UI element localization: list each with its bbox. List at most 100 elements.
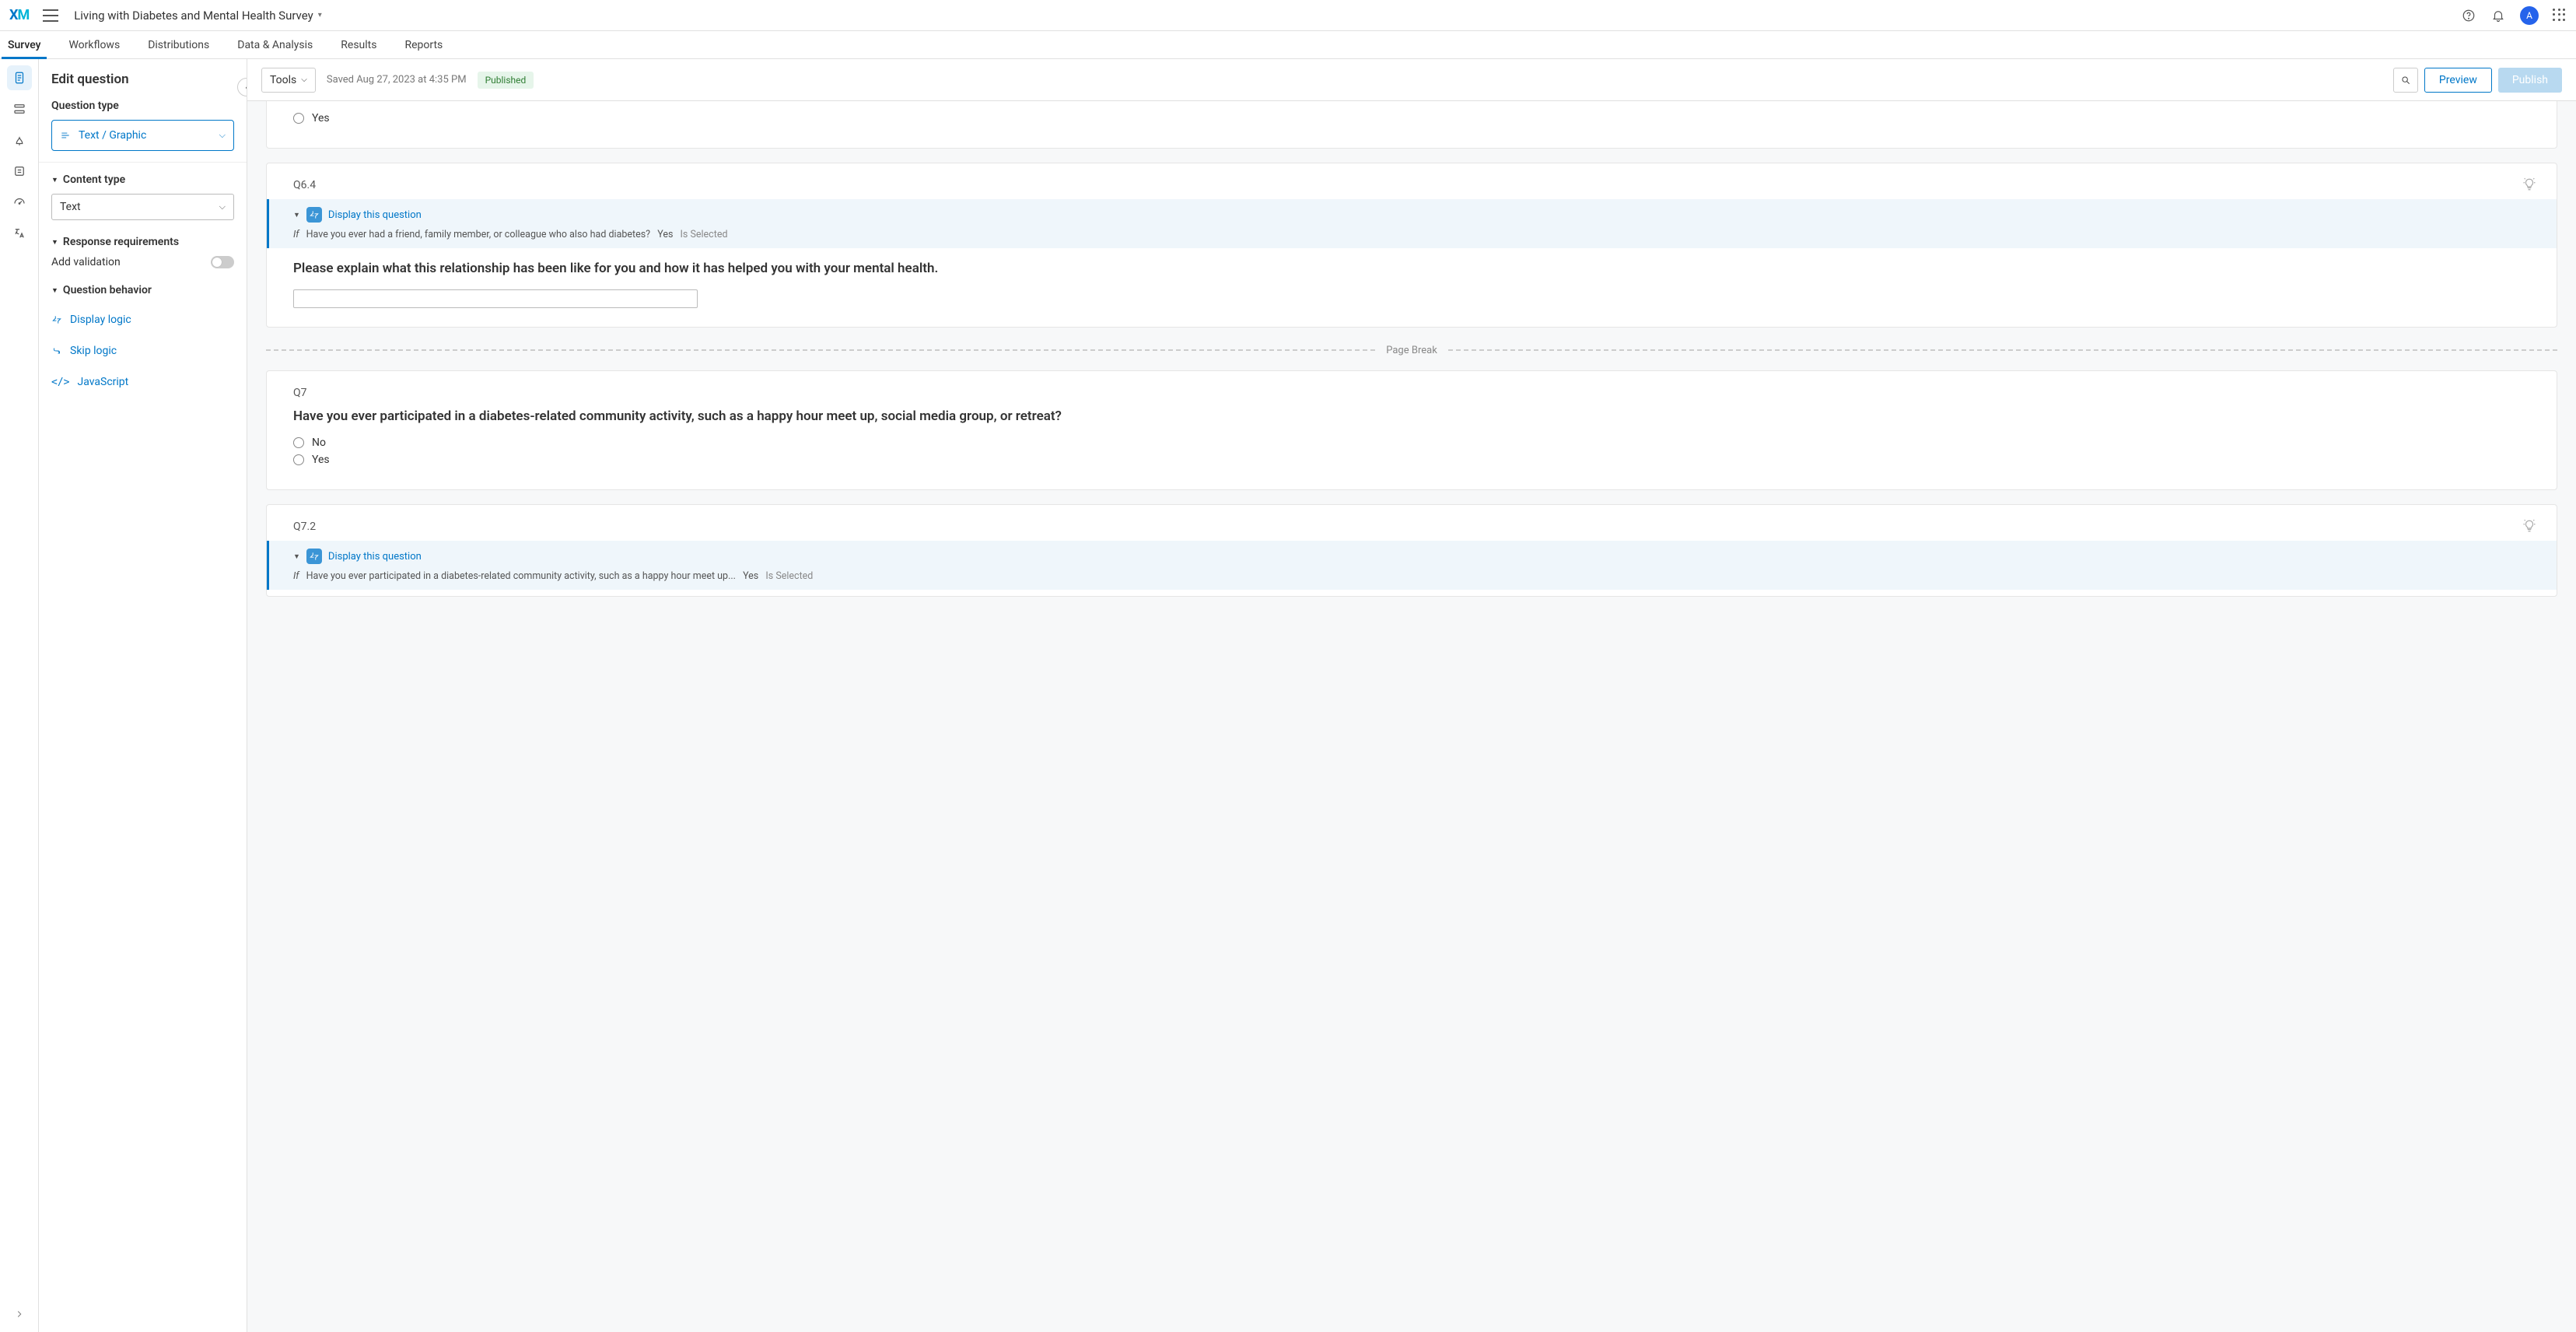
cond-answer: Yes bbox=[657, 229, 673, 240]
page-break-label: Page Break bbox=[1375, 345, 1448, 356]
radio-icon bbox=[293, 113, 304, 124]
page-break[interactable]: Page Break bbox=[266, 345, 2557, 356]
survey-canvas: Tools ⌵ Saved Aug 27, 2023 at 4:35 PM Pu… bbox=[247, 59, 2576, 1332]
display-logic-link[interactable]: Display logic bbox=[51, 304, 234, 335]
option-label: Yes bbox=[312, 112, 330, 124]
behavior-link-label: JavaScript bbox=[77, 376, 128, 388]
project-title-dropdown[interactable]: Living with Diabetes and Mental Health S… bbox=[74, 9, 322, 23]
question-block-q64[interactable]: Q6.4 ▼ Display this question If Have you… bbox=[266, 163, 2557, 328]
radio-option[interactable]: Yes bbox=[293, 454, 2530, 466]
option-label: Yes bbox=[312, 454, 330, 466]
collapse-panel-icon[interactable]: ‹ bbox=[237, 78, 247, 96]
display-logic-icon bbox=[51, 314, 62, 325]
text-graphic-icon bbox=[60, 130, 71, 141]
preview-button[interactable]: Preview bbox=[2424, 68, 2492, 93]
question-block-partial[interactable]: Yes bbox=[266, 101, 2557, 149]
display-logic-label: Display this question bbox=[328, 551, 422, 563]
avatar[interactable]: A bbox=[2520, 6, 2539, 25]
menu-icon[interactable] bbox=[43, 9, 58, 22]
rail-look-feel-icon[interactable] bbox=[7, 128, 32, 152]
question-text[interactable]: Have you ever participated in a diabetes… bbox=[293, 407, 2530, 426]
publish-button[interactable]: Publish bbox=[2498, 68, 2562, 93]
rail-expand-icon[interactable] bbox=[14, 1309, 25, 1323]
question-block-q7[interactable]: Q7 Have you ever participated in a diabe… bbox=[266, 370, 2557, 491]
avatar-initial: A bbox=[2526, 10, 2532, 21]
cond-state: Is Selected bbox=[681, 229, 728, 240]
content-type-select[interactable]: Text ⌵ bbox=[51, 194, 234, 220]
radio-option[interactable]: Yes bbox=[293, 112, 2530, 124]
rail-survey-builder-icon[interactable] bbox=[7, 65, 32, 90]
tab-results[interactable]: Results bbox=[341, 31, 376, 58]
question-behavior-label: Question behavior bbox=[63, 284, 152, 296]
skip-logic-icon bbox=[51, 345, 62, 356]
tab-label: Workflows bbox=[68, 39, 120, 51]
divider bbox=[39, 162, 247, 163]
content-type-section-toggle[interactable]: ▼ Content type bbox=[51, 174, 234, 186]
javascript-link[interactable]: </> JavaScript bbox=[51, 366, 234, 398]
code-icon: </> bbox=[51, 377, 69, 388]
caret-down-icon: ▼ bbox=[51, 286, 58, 295]
caret-down-icon: ▼ bbox=[51, 238, 58, 247]
tab-data-analysis[interactable]: Data & Analysis bbox=[237, 31, 313, 58]
edit-question-panel: ‹ Edit question Question type Text / Gra… bbox=[39, 59, 247, 1332]
project-tabs: Survey Workflows Distributions Data & An… bbox=[0, 31, 2576, 59]
cond-if: If bbox=[293, 229, 299, 240]
builder-icon-rail bbox=[0, 59, 39, 1332]
header-right: A bbox=[2461, 6, 2567, 25]
question-text[interactable]: Please explain what this relationship ha… bbox=[293, 259, 2530, 279]
bell-icon[interactable] bbox=[2490, 8, 2506, 23]
cond-text: Have you ever participated in a diabetes… bbox=[306, 570, 736, 582]
lightbulb-icon[interactable] bbox=[2522, 177, 2536, 195]
preview-label: Preview bbox=[2439, 74, 2477, 86]
rail-flow-icon[interactable] bbox=[7, 96, 32, 121]
caret-down-icon: ▼ bbox=[51, 176, 58, 184]
tab-workflows[interactable]: Workflows bbox=[68, 31, 120, 58]
publish-label: Publish bbox=[2512, 74, 2548, 86]
content-type-label: Content type bbox=[63, 174, 125, 186]
tab-reports[interactable]: Reports bbox=[404, 31, 443, 58]
rail-translations-icon[interactable] bbox=[7, 221, 32, 246]
caret-down-icon: ▼ bbox=[293, 552, 300, 561]
tools-dropdown[interactable]: Tools ⌵ bbox=[261, 68, 316, 93]
rail-quotas-icon[interactable] bbox=[7, 190, 32, 215]
tab-label: Results bbox=[341, 39, 376, 51]
tab-label: Data & Analysis bbox=[237, 39, 313, 51]
search-button[interactable] bbox=[2393, 68, 2418, 93]
question-type-select[interactable]: Text / Graphic ⌵ bbox=[51, 120, 234, 151]
add-validation-label: Add validation bbox=[51, 256, 121, 268]
behavior-link-label: Skip logic bbox=[70, 345, 117, 357]
xm-logo[interactable]: XM bbox=[9, 7, 29, 23]
question-number: Q6.4 bbox=[293, 179, 2530, 191]
display-logic-toggle[interactable]: ▼ Display this question bbox=[293, 549, 2546, 564]
skip-logic-link[interactable]: Skip logic bbox=[51, 335, 234, 366]
dashed-line bbox=[266, 349, 1375, 351]
top-header: XM Living with Diabetes and Mental Healt… bbox=[0, 0, 2576, 31]
lightbulb-icon[interactable] bbox=[2522, 519, 2536, 536]
published-badge: Published bbox=[478, 72, 534, 89]
add-validation-toggle[interactable] bbox=[211, 256, 234, 268]
cond-state: Is Selected bbox=[765, 570, 813, 582]
question-type-label: Question type bbox=[51, 100, 234, 112]
add-validation-row: Add validation bbox=[51, 256, 234, 268]
option-label: No bbox=[312, 436, 326, 449]
chevron-down-icon: ⌵ bbox=[219, 202, 226, 212]
tab-distributions[interactable]: Distributions bbox=[148, 31, 209, 58]
question-block-q72[interactable]: Q7.2 ▼ Display this question If Have you… bbox=[266, 504, 2557, 597]
display-logic-badge-icon bbox=[306, 549, 322, 564]
apps-grid-icon[interactable] bbox=[2553, 9, 2567, 23]
tab-survey[interactable]: Survey bbox=[8, 31, 40, 58]
search-icon bbox=[2400, 75, 2411, 86]
response-req-label: Response requirements bbox=[63, 236, 179, 248]
display-logic-toggle[interactable]: ▼ Display this question bbox=[293, 207, 2546, 223]
text-input-preview[interactable] bbox=[293, 289, 698, 308]
chevron-down-icon: ⌵ bbox=[301, 75, 307, 84]
help-icon[interactable] bbox=[2461, 8, 2476, 23]
chevron-down-icon: ▾ bbox=[318, 11, 322, 19]
canvas-scroll[interactable]: Yes Q6.4 ▼ Display this question bbox=[247, 101, 2576, 1332]
radio-option[interactable]: No bbox=[293, 436, 2530, 449]
rail-options-icon[interactable] bbox=[7, 159, 32, 184]
response-req-section-toggle[interactable]: ▼ Response requirements bbox=[51, 236, 234, 248]
logic-condition: If Have you ever participated in a diabe… bbox=[293, 564, 2546, 582]
question-behavior-section-toggle[interactable]: ▼ Question behavior bbox=[51, 284, 234, 296]
tools-label: Tools bbox=[270, 74, 296, 86]
